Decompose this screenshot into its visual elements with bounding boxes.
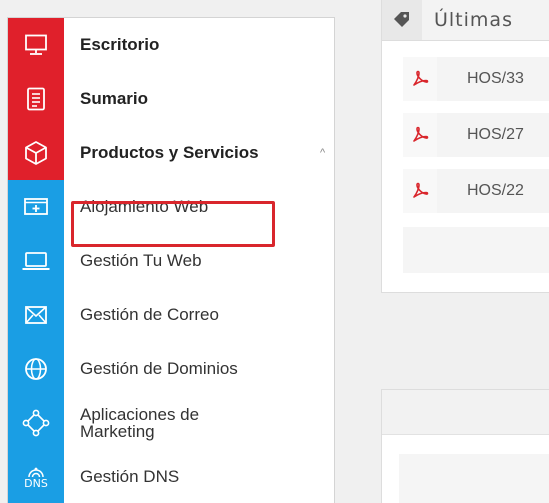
sidebar-item-sumario[interactable]: Sumario [8,72,334,126]
pdf-icon[interactable] [403,113,437,157]
sidebar-item-label: Gestión Tu Web [80,251,202,270]
cube-icon [8,126,64,180]
list-document-icon [8,72,64,126]
tag-icon [382,0,422,40]
hosting-plus-icon [8,180,64,234]
sidebar-item-label: Aplicaciones de Marketing [80,406,199,440]
pdf-icon[interactable] [403,169,437,213]
invoice-number[interactable]: HOS/33 [467,70,524,88]
sidebar-item-escritorio[interactable]: Escritorio [8,18,334,72]
sidebar-item-gestion-de-dominios[interactable]: Gestión de Dominios [8,342,334,396]
invoice-number[interactable]: HOS/27 [467,126,524,144]
pdf-icon[interactable] [403,57,437,101]
laptop-icon [8,234,64,288]
globe-icon [8,342,64,396]
invoice-row[interactable]: HOS/33 [403,57,549,101]
chevron-up-icon[interactable]: ^ [320,147,325,159]
secondary-panel-body [399,454,549,503]
sidebar-item-label: Gestión DNS [80,467,180,486]
invoice-row[interactable]: HOS/27 [403,113,549,157]
sidebar-item-label: Productos y Servicios [80,143,259,162]
sidebar-item-label: Gestión de Correo [80,305,219,324]
dns-icon: DNS [8,450,64,503]
sidebar-item-label: Escritorio [80,35,160,54]
sidebar-item-productos-y-servicios[interactable]: Productos y Servicios ^ [8,126,334,180]
invoice-row[interactable]: HOS/22 [403,169,549,213]
secondary-panel-header [382,390,549,435]
latest-invoices-panel: Últimas HOS/33 HOS/27 HOS/22 [381,0,549,293]
sidebar-item-label: Gestión de Dominios [80,359,238,378]
network-icon [8,396,64,450]
sidebar-item-label: Sumario [80,89,149,108]
secondary-panel [381,389,549,503]
monitor-icon [8,18,64,72]
envelope-icon [8,288,64,342]
sidebar-item-gestion-dns[interactable]: DNS Gestión DNS [8,450,334,503]
panel-header: Últimas [382,0,549,41]
sidebar: Escritorio Sumario Productos y Servicios… [7,17,335,503]
sidebar-item-aplicaciones-de-marketing[interactable]: Aplicaciones de Marketing [8,396,334,450]
sidebar-item-label-line2: Marketing [80,422,155,441]
panel-title: Últimas [434,9,513,31]
selected-item-highlight [71,201,275,247]
invoice-number[interactable]: HOS/22 [467,182,524,200]
sidebar-item-gestion-de-correo[interactable]: Gestión de Correo [8,288,334,342]
panel-footer [403,227,549,273]
dns-icon-text: DNS [24,476,48,490]
